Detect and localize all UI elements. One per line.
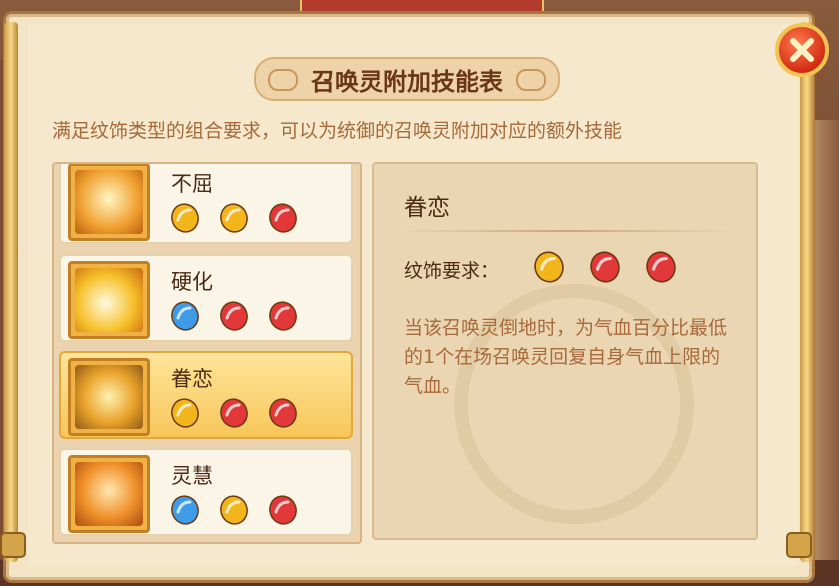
skill-list[interactable]: 不屈 硬化 眷恋 灵慧 [52,162,362,544]
attachment-skill-icon [68,358,150,436]
close-button[interactable] [775,23,829,77]
skill-list-item[interactable]: 不屈 [59,164,353,244]
gold-gem-icon [534,251,564,283]
left-rod-ornament [0,532,26,558]
skill-list-item[interactable]: 硬化 [59,254,353,342]
window-title: 召唤灵附加技能表 [311,67,503,96]
close-icon [790,38,814,62]
gold-gem-icon [171,203,199,233]
cloud-ornament-icon [516,69,546,91]
blue-gem-icon [171,495,199,525]
red-gem-icon [269,495,297,525]
skill-detail-panel: 眷恋 纹饰要求： 当该召唤灵倒地时，为气血百分比最低的1个在场召唤灵回复自身气血… [372,162,758,540]
right-scroll-rod [800,22,814,562]
gold-gem-icon [171,398,199,428]
skill-gem-requirements [169,300,299,332]
skill-icon-art [75,170,143,234]
skill-gem-requirements [169,202,299,234]
skill-icon-art [75,268,143,332]
skill-name: 不屈 [171,172,213,196]
red-gem-icon [269,301,297,331]
skill-list-item[interactable]: 眷恋 [59,351,353,439]
detail-skill-name: 眷恋 [404,195,450,221]
requirement-gems [532,250,678,284]
red-gem-icon [220,398,248,428]
skill-list-item[interactable]: 灵慧 [59,448,353,536]
skill-name: 硬化 [171,270,213,294]
red-gem-icon [220,301,248,331]
skill-description: 当该召唤灵倒地时，为气血百分比最低的1个在场召唤灵回复自身气血上限的气血。 [404,317,728,397]
skill-name: 眷恋 [171,367,213,391]
red-gem-icon [269,398,297,428]
wisdom-skill-icon [68,455,150,533]
gold-gem-icon [220,495,248,525]
window-subtitle: 满足纹饰类型的组合要求，可以为统御的召唤灵附加对应的额外技能 [52,120,623,142]
red-gem-icon [269,203,297,233]
unyielding-skill-icon [68,164,150,241]
cloud-ornament-icon [268,69,298,91]
skill-gem-requirements [169,397,299,429]
harden-skill-icon [68,261,150,339]
left-scroll-rod [4,22,18,562]
skill-icon-art [75,462,143,526]
gold-gem-icon [220,203,248,233]
requirement-label: 纹饰要求： [404,260,500,282]
right-rod-ornament [786,532,812,558]
skill-icon-art [75,365,143,429]
skill-name: 灵慧 [171,464,213,488]
skill-gem-requirements [169,494,299,526]
detail-divider [398,230,734,232]
red-gem-icon [646,251,676,283]
blue-gem-icon [171,301,199,331]
red-gem-icon [590,251,620,283]
title-plate: 召唤灵附加技能表 [254,57,560,101]
